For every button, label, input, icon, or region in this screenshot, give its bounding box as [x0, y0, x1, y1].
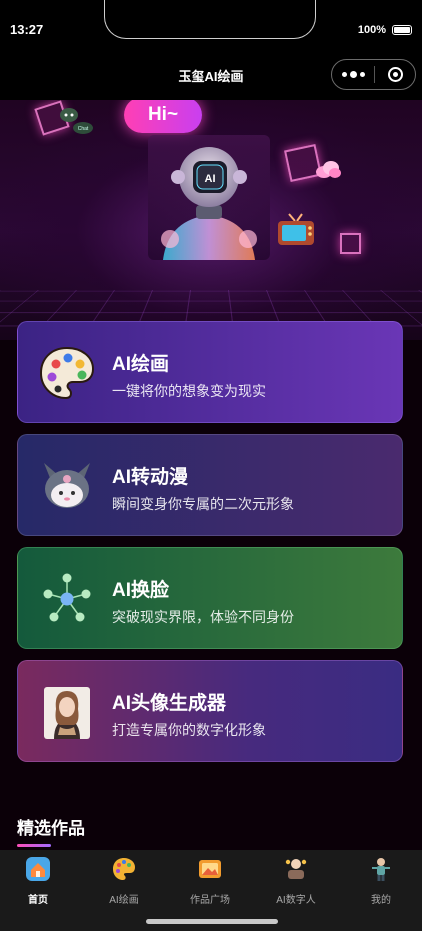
neon-cube-small [340, 233, 361, 254]
tab-label: AI绘画 [109, 895, 139, 906]
network-nodes-icon [43, 573, 91, 622]
palette-icon [39, 346, 95, 400]
more-menu-button[interactable] [332, 60, 374, 89]
card-subtitle: 瞬间变身你专属的二次元形象 [112, 496, 294, 512]
tab-label: AI数字人 [276, 895, 316, 906]
status-time: 13:27 [10, 22, 44, 37]
card-title: AI换脸 [112, 580, 170, 601]
profile-icon [372, 858, 390, 881]
card-subtitle: 打造专属你的数字化形象 [112, 722, 266, 738]
more-dots-icon [341, 71, 365, 78]
tab-label: 作品广场 [190, 895, 230, 906]
chat-bubble-icon: Chat [60, 108, 93, 134]
home-indicator[interactable] [146, 919, 278, 924]
card-subtitle: 突破现实界限，体验不同身份 [112, 609, 294, 625]
battery-icon [392, 25, 412, 35]
tab-label: 我的 [371, 895, 391, 906]
feature-card-ai-avatar[interactable]: AI头像生成器 打造专属你的数字化形象 [17, 660, 403, 762]
avatar-photo-icon [44, 687, 90, 739]
card-title: AI绘画 [112, 354, 170, 375]
target-circle-icon [387, 67, 403, 82]
app-screen: 13:27 100% 玉玺AI绘画 Chat Hi~ AI AI绘画 一键将你的… [0, 0, 422, 931]
heading-underline [17, 844, 51, 847]
mini-program-capsule [331, 59, 416, 90]
status-bar: 13:27 100% [0, 0, 422, 44]
feature-card-ai-anime[interactable]: AI转动漫 瞬间变身你专属的二次元形象 [17, 434, 403, 536]
digital-human-icon [285, 859, 307, 879]
chat-label: Chat [78, 126, 89, 132]
tab-home[interactable]: 首页 [0, 856, 80, 906]
tab-gallery[interactable]: 作品广场 [168, 856, 252, 906]
battery-percent: 100% [357, 24, 386, 36]
card-subtitle: 一键将你的想象变为现实 [112, 383, 266, 399]
featured-works-heading: 精选作品 [17, 819, 85, 838]
palette-icon [113, 858, 135, 880]
tab-profile[interactable]: 我的 [339, 856, 422, 906]
card-title: AI转动漫 [112, 467, 189, 488]
hero-banner: Chat Hi~ AI [0, 100, 422, 340]
cloud-icon [316, 161, 341, 178]
home-icon [26, 857, 50, 881]
tab-digital-human[interactable]: AI数字人 [254, 856, 338, 906]
robot-icon: AI [161, 147, 257, 260]
card-title: AI头像生成器 [112, 693, 227, 714]
gallery-icon [199, 860, 221, 878]
tab-label: 首页 [28, 895, 48, 906]
retro-tv-icon [278, 213, 314, 245]
close-mini-program-button[interactable] [375, 67, 415, 82]
feature-card-ai-painting[interactable]: AI绘画 一键将你的想象变为现实 [17, 321, 403, 423]
robot-illustration: AI [148, 135, 270, 260]
anime-character-icon [44, 463, 90, 508]
feature-card-ai-face-swap[interactable]: AI换脸 突破现实界限，体验不同身份 [17, 547, 403, 649]
svg-text:AI: AI [205, 173, 216, 185]
notch [104, 0, 316, 39]
tab-ai-painting[interactable]: AI绘画 [82, 856, 166, 906]
nav-bar: 玉玺AI绘画 [0, 44, 422, 100]
hi-bubble: Hi~ [124, 100, 202, 133]
